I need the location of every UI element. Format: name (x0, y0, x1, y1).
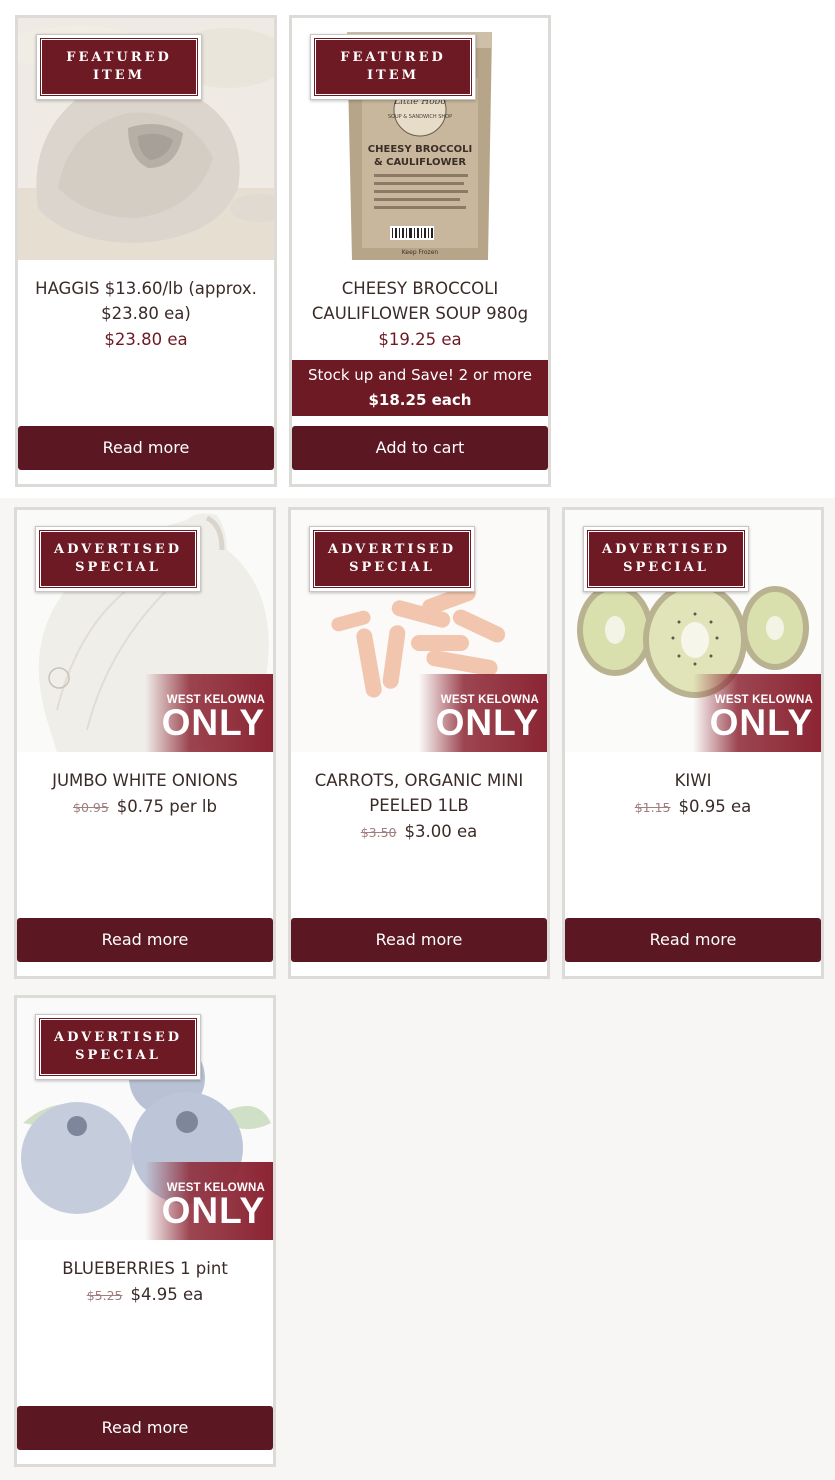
ribbon-only: ONLY (435, 702, 539, 743)
advertised-special-badge: ADVERTISED SPECIAL (309, 526, 475, 592)
svg-text:Keep Frozen: Keep Frozen (402, 249, 439, 256)
product-info: HAGGIS $13.60/lb (approx. $23.80 ea) $23… (26, 276, 266, 354)
product-title[interactable]: CARROTS, ORGANIC MINI PEELED 1LB (299, 768, 539, 818)
product-title[interactable]: KIWI (573, 768, 813, 793)
product-info: CHEESY BROCCOLI CAULIFLOWER SOUP 980g $1… (300, 276, 540, 354)
west-kelowna-only-ribbon: WEST KELOWNA ONLY (693, 674, 821, 752)
old-price: $3.50 (360, 825, 397, 840)
badge-line-1: ADVERTISED (53, 1030, 183, 1045)
old-price: $5.25 (86, 1288, 123, 1303)
add-to-cart-button[interactable]: Add to cart (292, 426, 548, 470)
west-kelowna-only-ribbon: WEST KELOWNA ONLY (145, 1162, 273, 1240)
product-card-onions[interactable]: WEST KELOWNA ONLY ADVERTISED SPECIAL JUM… (14, 507, 276, 979)
svg-text:SOUP & SANDWICH SHOP: SOUP & SANDWICH SHOP (388, 114, 452, 120)
badge-line-2: ITEM (92, 68, 146, 83)
old-price: $0.95 (73, 800, 109, 815)
read-more-button[interactable]: Read more (18, 426, 274, 470)
featured-item-badge: FEATURED ITEM (310, 34, 476, 100)
west-kelowna-only-ribbon: WEST KELOWNA ONLY (419, 674, 547, 752)
product-price: $5.25 $4.95 ea (25, 1281, 265, 1310)
product-info: JUMBO WHITE ONIONS $0.95 $0.75 per lb (25, 768, 265, 822)
product-price: $19.25 ea (378, 330, 462, 349)
badge-line-2: SPECIAL (623, 560, 709, 575)
product-info: CARROTS, ORGANIC MINI PEELED 1LB $3.50 $3… (299, 768, 539, 847)
sale-price: $0.75 per lb (116, 797, 217, 816)
product-price: $0.95 $0.75 per lb (25, 793, 265, 822)
svg-text:& CAULIFLOWER: & CAULIFLOWER (374, 157, 466, 168)
ribbon-only: ONLY (161, 1190, 265, 1231)
read-more-button[interactable]: Read more (291, 918, 547, 962)
product-card-blueberries[interactable]: WEST KELOWNA ONLY ADVERTISED SPECIAL BLU… (14, 995, 276, 1467)
product-price: $3.50 $3.00 ea (299, 818, 539, 847)
badge-line-2: SPECIAL (349, 560, 435, 575)
advertised-special-badge: ADVERTISED SPECIAL (35, 526, 201, 592)
product-card-haggis[interactable]: FEATURED ITEM HAGGIS $13.60/lb (approx. … (15, 15, 277, 487)
old-price: $1.15 (634, 800, 671, 815)
advertised-special-badge: ADVERTISED SPECIAL (583, 526, 749, 592)
product-title[interactable]: JUMBO WHITE ONIONS (25, 768, 265, 793)
ribbon-only: ONLY (161, 702, 265, 743)
badge-line-1: ADVERTISED (601, 542, 731, 557)
sale-price: $4.95 ea (130, 1285, 204, 1304)
product-title[interactable]: CHEESY BROCCOLI CAULIFLOWER SOUP 980g (300, 276, 540, 326)
sale-price: $0.95 ea (678, 797, 752, 816)
badge-line-2: ITEM (366, 68, 420, 83)
badge-line-1: ADVERTISED (53, 542, 183, 557)
product-title[interactable]: BLUEBERRIES 1 pint (25, 1256, 265, 1281)
svg-text:CHEESY BROCCOLI: CHEESY BROCCOLI (368, 144, 472, 155)
product-info: KIWI $1.15 $0.95 ea (573, 768, 813, 822)
product-price: $23.80 ea (104, 330, 188, 349)
product-card-kiwi[interactable]: WEST KELOWNA ONLY ADVERTISED SPECIAL KIW… (562, 507, 824, 979)
badge-line-1: FEATURED (340, 50, 446, 65)
product-card-carrots[interactable]: WEST KELOWNA ONLY ADVERTISED SPECIAL CAR… (288, 507, 550, 979)
advertised-special-badge: ADVERTISED SPECIAL (35, 1014, 201, 1080)
sale-price: $3.00 ea (404, 822, 478, 841)
read-more-button[interactable]: Read more (17, 918, 273, 962)
badge-line-2: SPECIAL (75, 560, 161, 575)
promo-banner: Stock up and Save! 2 or more $18.25 each (292, 360, 548, 416)
product-card-soup[interactable]: Little Hobo SOUP & SANDWICH SHOP CHEESY … (289, 15, 551, 487)
badge-line-2: SPECIAL (75, 1048, 161, 1063)
read-more-button[interactable]: Read more (17, 1406, 273, 1450)
read-more-button[interactable]: Read more (565, 918, 821, 962)
badge-line-1: FEATURED (66, 50, 172, 65)
featured-item-badge: FEATURED ITEM (36, 34, 202, 100)
product-price: $1.15 $0.95 ea (573, 793, 813, 822)
badge-line-1: ADVERTISED (327, 542, 457, 557)
promo-price: $18.25 each (368, 391, 472, 409)
promo-text: Stock up and Save! 2 or more (308, 366, 532, 384)
product-info: BLUEBERRIES 1 pint $5.25 $4.95 ea (25, 1256, 265, 1310)
product-title[interactable]: HAGGIS $13.60/lb (approx. $23.80 ea) (26, 276, 266, 326)
west-kelowna-only-ribbon: WEST KELOWNA ONLY (145, 674, 273, 752)
ribbon-only: ONLY (709, 702, 813, 743)
